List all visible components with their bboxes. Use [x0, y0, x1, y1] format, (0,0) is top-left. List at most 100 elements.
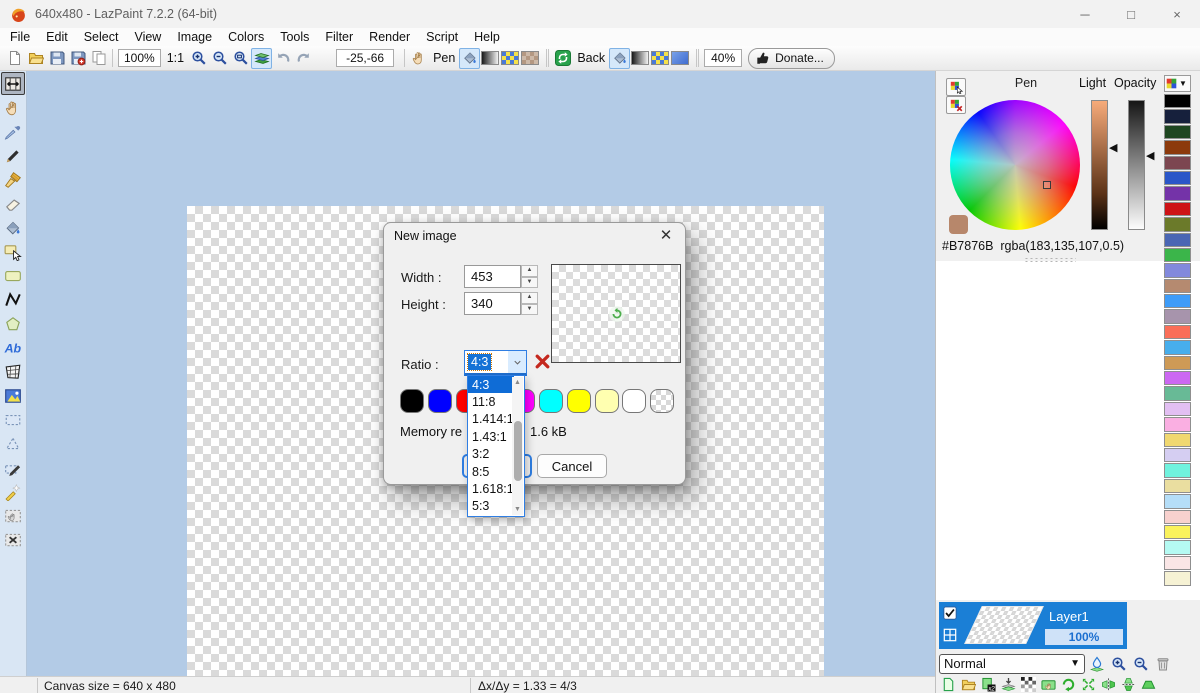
- blend-mode-select[interactable]: Normal ▼: [939, 654, 1085, 674]
- layer-name[interactable]: Layer1: [1049, 609, 1089, 624]
- zoom-out-button[interactable]: [209, 48, 230, 69]
- width-spin-down[interactable]: ▼: [521, 277, 538, 289]
- palette-swatch-31[interactable]: [1164, 571, 1191, 585]
- menu-filter[interactable]: Filter: [317, 30, 361, 44]
- palette-swatch-26[interactable]: [1164, 494, 1191, 508]
- ratio-combobox[interactable]: 4:3: [464, 350, 527, 376]
- palette-swatch-20[interactable]: [1164, 402, 1191, 416]
- palette-swatch-30[interactable]: [1164, 556, 1191, 570]
- tool-select-poly[interactable]: [1, 432, 25, 455]
- cancel-button[interactable]: Cancel: [537, 454, 607, 478]
- dialog-color-swatch-9[interactable]: [650, 389, 674, 413]
- palette-swatch-11[interactable]: [1164, 263, 1191, 277]
- menu-script[interactable]: Script: [418, 30, 466, 44]
- palette-swatch-10[interactable]: [1164, 248, 1191, 262]
- light-slider-arrow[interactable]: ◀: [1109, 143, 1117, 153]
- back-fill-texture-button[interactable]: [651, 51, 669, 65]
- palette-swatch-23[interactable]: [1164, 448, 1191, 462]
- palette-swatch-2[interactable]: [1164, 125, 1191, 139]
- layer-visible-checkbox[interactable]: [943, 606, 957, 620]
- layer-duplicate-button[interactable]: x2: [979, 676, 998, 693]
- zoom-out-button[interactable]: [1131, 654, 1151, 674]
- ratio-option-1-414-1[interactable]: 1.414:1: [468, 411, 514, 428]
- height-spin-up[interactable]: ▲: [521, 292, 538, 304]
- tolerance-box[interactable]: 40%: [704, 49, 742, 67]
- color-wheel-marker[interactable]: [1043, 181, 1051, 189]
- minimize-button[interactable]: ─: [1062, 0, 1108, 28]
- layers-window-button[interactable]: [251, 48, 272, 69]
- palette-swatch-14[interactable]: [1164, 309, 1191, 323]
- layer-thumbnail[interactable]: [964, 606, 1044, 644]
- width-spinner[interactable]: ▲ ▼: [521, 265, 538, 288]
- layer-alpha-button[interactable]: [1019, 676, 1038, 693]
- palette-swatch-21[interactable]: [1164, 417, 1191, 431]
- scroll-down-arrow[interactable]: ▼: [512, 504, 523, 515]
- palette-swatch-0[interactable]: [1164, 94, 1191, 108]
- tool-flood-fill[interactable]: [1, 216, 25, 239]
- dialog-close-icon[interactable]: ✕: [657, 226, 675, 244]
- palette-swatch-16[interactable]: [1164, 340, 1191, 354]
- palette-swatch-24[interactable]: [1164, 463, 1191, 477]
- palette-swatch-6[interactable]: [1164, 186, 1191, 200]
- palette-swatch-15[interactable]: [1164, 325, 1191, 339]
- palette-swatch-13[interactable]: [1164, 294, 1191, 308]
- layer-perspective-button[interactable]: [1139, 676, 1158, 693]
- hand-tool-button[interactable]: [408, 48, 429, 69]
- light-slider[interactable]: [1091, 100, 1108, 230]
- palette-menu-button[interactable]: ▼: [1164, 75, 1191, 92]
- menu-help[interactable]: Help: [466, 30, 508, 44]
- panel-splitter-handle[interactable]: [1024, 257, 1076, 263]
- back-fill-gradient-button[interactable]: [631, 51, 649, 65]
- palette-swatch-29[interactable]: [1164, 540, 1191, 554]
- back-fill-color-button[interactable]: [671, 51, 689, 65]
- layer-stretch-button[interactable]: [1079, 676, 1098, 693]
- layer-rotate-button[interactable]: [1059, 676, 1078, 693]
- dialog-color-swatch-7[interactable]: [595, 389, 619, 413]
- palette-swatch-7[interactable]: [1164, 202, 1191, 216]
- back-fill-solid-button[interactable]: [609, 48, 630, 69]
- opacity-slider[interactable]: [1128, 100, 1145, 230]
- tool-text[interactable]: Ab: [1, 336, 25, 359]
- redo-button[interactable]: [293, 48, 314, 69]
- layer-move-button[interactable]: [1039, 676, 1058, 693]
- undo-button[interactable]: [272, 48, 293, 69]
- new-image-button[interactable]: [4, 48, 25, 69]
- ratio-option-11-8[interactable]: 11:8: [468, 393, 514, 410]
- width-input[interactable]: 453: [464, 265, 521, 288]
- tool-pen[interactable]: [1, 144, 25, 167]
- layer-flip-h-button[interactable]: [1099, 676, 1118, 693]
- layer-merge-down-button[interactable]: [999, 676, 1018, 693]
- palette-swatch-18[interactable]: [1164, 371, 1191, 385]
- ratio-option-4-3[interactable]: 4:3: [468, 376, 514, 393]
- layer-flip-v-button[interactable]: [1119, 676, 1138, 693]
- scroll-thumb[interactable]: [514, 421, 522, 481]
- menu-render[interactable]: Render: [361, 30, 418, 44]
- tool-polygon[interactable]: [1, 312, 25, 335]
- opacity-slider-arrow[interactable]: ◀: [1146, 151, 1154, 161]
- height-spin-down[interactable]: ▼: [521, 304, 538, 316]
- height-spinner[interactable]: ▲ ▼: [521, 292, 538, 315]
- tool-edit-shape[interactable]: [1, 240, 25, 263]
- zoom-in-button[interactable]: [188, 48, 209, 69]
- palette-swatch-9[interactable]: [1164, 233, 1191, 247]
- tool-polyline[interactable]: [1, 288, 25, 311]
- height-input[interactable]: 340: [464, 292, 521, 315]
- width-spin-up[interactable]: ▲: [521, 265, 538, 277]
- color-wheel[interactable]: [950, 100, 1080, 230]
- palette-swatch-1[interactable]: [1164, 109, 1191, 123]
- zoom-in-button[interactable]: [1109, 654, 1129, 674]
- tool-select-rect[interactable]: [1, 408, 25, 431]
- tool-select-pen[interactable]: [1, 456, 25, 479]
- menu-tools[interactable]: Tools: [272, 30, 317, 44]
- swap-colors-button[interactable]: [552, 48, 573, 69]
- ratio-option-8-5[interactable]: 8:5: [468, 463, 514, 480]
- tool-move-selection[interactable]: [1, 504, 25, 527]
- scroll-up-arrow[interactable]: ▲: [512, 377, 523, 388]
- menu-select[interactable]: Select: [76, 30, 127, 44]
- tool-texture-mapping[interactable]: [1, 384, 25, 407]
- copy-button[interactable]: [88, 48, 109, 69]
- pen-fill-texture-button[interactable]: [501, 51, 519, 65]
- ratio-option-3-2[interactable]: 3:2: [468, 446, 514, 463]
- palette-swatch-28[interactable]: [1164, 525, 1191, 539]
- donate-button[interactable]: Donate...: [748, 48, 835, 69]
